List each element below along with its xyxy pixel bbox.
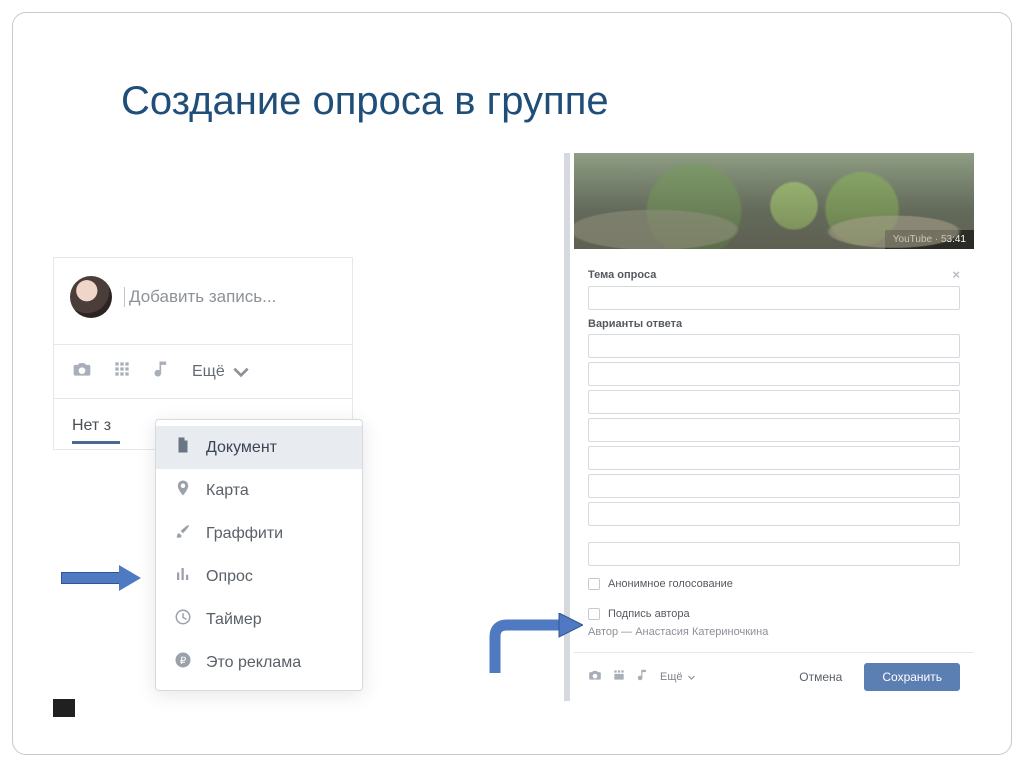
slide-title: Создание опроса в группе [121,79,609,124]
poll-answers-list [588,334,960,566]
anonymous-checkbox[interactable] [588,578,600,590]
video-icon[interactable] [112,359,132,384]
answer-input[interactable] [588,474,960,498]
attached-video-thumbnail[interactable]: YouTube · 53:41 [574,153,974,249]
poll-answers-label: Варианты ответа [588,318,960,330]
brush-icon [174,522,192,545]
bars-icon [174,565,192,588]
menu-item-label: Опрос [206,568,253,586]
menu-item-document[interactable]: Документ [156,426,362,469]
menu-item-label: Это реклама [206,654,301,672]
arrow-to-poll-menu [61,565,145,591]
more-label-text: Ещё [192,363,225,381]
answer-input[interactable] [588,446,960,470]
anonymous-row[interactable]: Анонимное голосование [588,578,960,590]
menu-item-poll[interactable]: Опрос [156,555,362,598]
music-icon[interactable] [636,668,650,687]
video-icon[interactable] [612,668,626,687]
ruble-icon: ₽ [174,651,192,674]
poll-topic-input[interactable] [588,286,960,310]
compose-row: Добавить запись... [54,258,352,344]
menu-item-graffiti[interactable]: Граффити [156,512,362,555]
camera-icon[interactable] [588,668,602,687]
music-icon[interactable] [152,359,172,384]
file-icon [174,436,192,459]
answer-input[interactable] [588,502,960,526]
attach-menu: Документ Карта Граффити Опрос Таймер ₽ Это рек… [155,419,363,691]
poll-footer: Ещё Отмена Сохранить [574,652,974,701]
menu-item-label: Карта [206,482,249,500]
cropped-element [53,699,75,717]
save-button[interactable]: Сохранить [864,663,960,691]
clock-icon [174,608,192,631]
answer-input[interactable] [588,334,960,358]
chevron-down-icon [687,673,696,682]
answer-input[interactable] [588,362,960,386]
cancel-button[interactable]: Отмена [787,664,854,690]
signature-label: Подпись автора [608,608,690,620]
svg-text:₽: ₽ [180,656,187,667]
more-dropdown[interactable]: Ещё [192,362,251,382]
menu-item-ad[interactable]: ₽ Это реклама [156,641,362,684]
slide-frame: Создание опроса в группе Добавить запись… [12,12,1012,755]
video-badge: YouTube · 53:41 [885,230,974,249]
chevron-down-icon [231,362,251,382]
menu-item-label: Таймер [206,611,262,629]
poll-topic-label: Тема опроса × [588,267,960,282]
answer-input[interactable] [588,418,960,442]
poll-remove-icon[interactable]: × [952,267,960,282]
pin-icon [174,479,192,502]
signature-checkbox[interactable] [588,608,600,620]
compose-input[interactable]: Добавить запись... [124,287,276,307]
anonymous-label: Анонимное голосование [608,578,733,590]
menu-item-label: Граффити [206,525,283,543]
menu-item-map[interactable]: Карта [156,469,362,512]
answer-input[interactable] [588,390,960,414]
answer-input[interactable] [588,542,960,566]
signature-row[interactable]: Подпись автора [588,608,960,620]
camera-icon[interactable] [72,359,92,384]
author-line: Автор — Анастасия Катериночкина [588,626,960,638]
avatar[interactable] [70,276,112,318]
footer-more[interactable]: Ещё [660,671,696,683]
poll-editor: YouTube · 53:41 Тема опроса × Варианты о… [564,153,974,701]
menu-item-timer[interactable]: Таймер [156,598,362,641]
attachment-toolbar: Ещё [54,344,352,398]
arrow-to-anonymous [483,613,583,675]
menu-item-label: Документ [206,439,277,457]
tab-no-posts[interactable]: Нет з [72,411,120,444]
